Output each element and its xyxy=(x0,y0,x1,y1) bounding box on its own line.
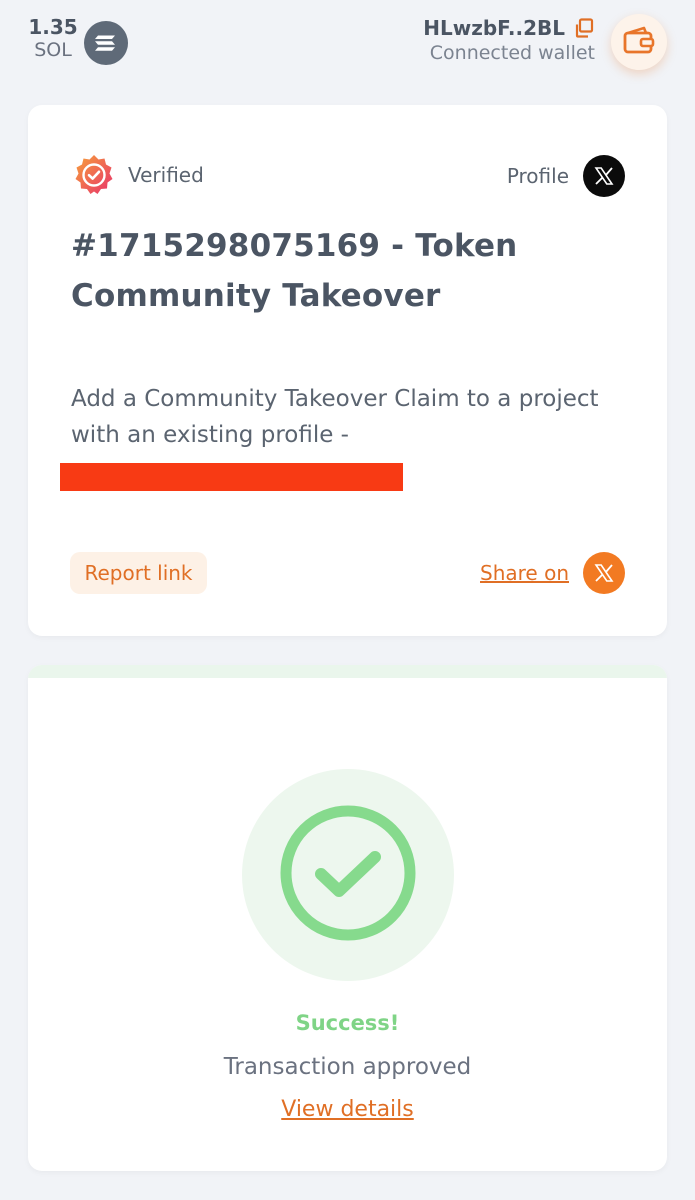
report-link-button[interactable]: Report link xyxy=(70,552,207,594)
solana-icon xyxy=(84,21,128,65)
claim-card: Verified Profile #1715298075169 - Token … xyxy=(28,105,667,636)
status-strip xyxy=(28,665,667,678)
wallet-address: HLwzbF..2BL xyxy=(423,16,565,40)
transaction-status-card: Success! Transaction approved View detai… xyxy=(28,665,667,1171)
view-details-label[interactable]: View details xyxy=(281,1097,414,1122)
top-bar: 1.35 SOL HLwzbF..2BL Connected wallet xyxy=(0,0,695,90)
verified-badge-icon xyxy=(72,153,116,197)
claim-title: #1715298075169 - Token Community Takeove… xyxy=(71,228,518,314)
profile-label: Profile xyxy=(506,164,569,188)
balance-amount: 1.35 xyxy=(28,15,78,39)
verified-status: Verified xyxy=(72,153,204,197)
wallet-address-row: HLwzbF..2BL xyxy=(423,15,595,41)
wallet-icon xyxy=(622,25,656,59)
status-subtitle: Transaction approved xyxy=(223,1054,472,1080)
balance-unit: SOL xyxy=(34,39,72,61)
verified-label: Verified xyxy=(128,163,204,187)
success-indicator xyxy=(242,769,454,981)
share-on-x[interactable]: Share on xyxy=(480,552,625,594)
wallet-status: Connected wallet xyxy=(429,42,595,64)
wallet-info: HLwzbF..2BL Connected wallet xyxy=(423,15,595,64)
copy-icon[interactable] xyxy=(573,17,595,39)
x-logo-icon[interactable] xyxy=(583,552,625,594)
wallet-button[interactable] xyxy=(611,14,667,70)
claim-description: Add a Community Takeover Claim to a proj… xyxy=(71,386,599,448)
profile-link[interactable]: Profile xyxy=(507,155,625,197)
view-details-link[interactable]: View details xyxy=(28,1097,667,1122)
status-title: Success! xyxy=(295,1011,400,1035)
x-logo-icon[interactable] xyxy=(583,155,625,197)
checkmark-circle-icon xyxy=(278,803,418,947)
redaction-bar xyxy=(60,463,403,491)
sol-balance: 1.35 SOL xyxy=(28,16,78,62)
share-link[interactable]: Share on xyxy=(480,561,569,585)
